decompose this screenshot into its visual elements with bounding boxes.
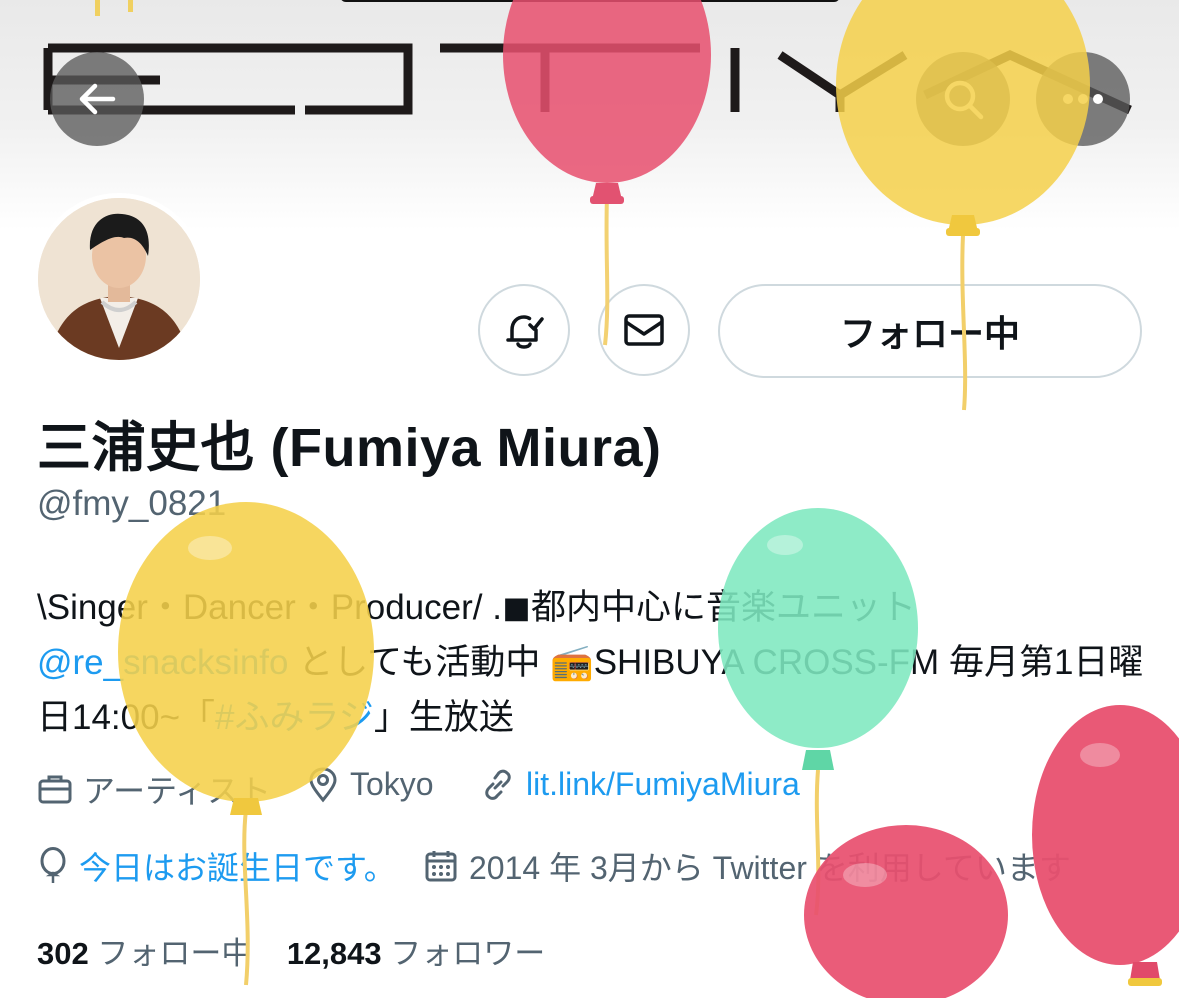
- bio-mention-link[interactable]: @re_snacksinfo: [37, 643, 288, 682]
- bio-text: \Singer・Dancer・Producer/ .◼︎都内中心に音楽ユニット: [37, 588, 916, 627]
- following-label: フォロー中: [97, 936, 253, 971]
- link-icon: [485, 769, 511, 800]
- joined-label: 2014 年 3月から Twitter を利用しています: [469, 850, 1071, 886]
- avatar[interactable]: [33, 193, 205, 365]
- profile-bio: \Singer・Dancer・Producer/ .◼︎都内中心に音楽ユニット …: [37, 580, 1147, 745]
- calendar-icon: [425, 851, 457, 882]
- category-label: アーティスト: [83, 773, 272, 809]
- bio-text: 」生放送: [373, 698, 514, 737]
- back-button[interactable]: [50, 52, 144, 146]
- bell-check-icon: [506, 315, 544, 349]
- following-count: 302: [37, 936, 89, 971]
- location-pin-icon: [309, 766, 337, 802]
- profile-name: 三浦史也 (Fumiya Miura): [37, 418, 662, 478]
- profile-website[interactable]: lit.link/FumiyaMiura: [480, 766, 800, 803]
- arrow-left-icon: [79, 83, 116, 115]
- following-button-label: フォロー中: [839, 313, 1020, 354]
- more-button[interactable]: [1036, 52, 1130, 146]
- avatar-photo: [38, 198, 200, 360]
- profile-joined: 2014 年 3月から Twitter を利用しています: [423, 843, 1071, 889]
- profile-birthday: 今日はお誕生日です。: [37, 843, 396, 889]
- envelope-icon: [624, 314, 664, 346]
- balloon-icon: [40, 847, 66, 883]
- search-icon: [944, 80, 984, 120]
- followers-label: フォロワー: [390, 936, 546, 971]
- profile-category: アーティスト: [37, 766, 271, 812]
- profile-stats: 302 フォロー中 12,843 フォロワー: [37, 928, 545, 973]
- following-stat[interactable]: 302 フォロー中: [37, 936, 252, 971]
- followers-stat[interactable]: 12,843 フォロワー: [287, 936, 545, 971]
- birthday-label: 今日はお誕生日です。: [79, 850, 396, 886]
- more-icon: [1063, 94, 1103, 104]
- search-button[interactable]: [916, 52, 1010, 146]
- briefcase-icon: [38, 775, 72, 804]
- profile-location: Tokyo: [306, 766, 434, 803]
- followers-count: 12,843: [286, 936, 382, 971]
- profile-handle: @fmy_0821: [37, 484, 227, 523]
- website-link[interactable]: lit.link/FumiyaMiura: [526, 766, 800, 803]
- message-button[interactable]: [598, 284, 690, 376]
- following-button[interactable]: フォロー中: [718, 284, 1142, 378]
- location-label: Tokyo: [350, 766, 434, 802]
- notification-button[interactable]: [478, 284, 570, 376]
- bio-hashtag-link[interactable]: #ふみラジ: [215, 698, 374, 737]
